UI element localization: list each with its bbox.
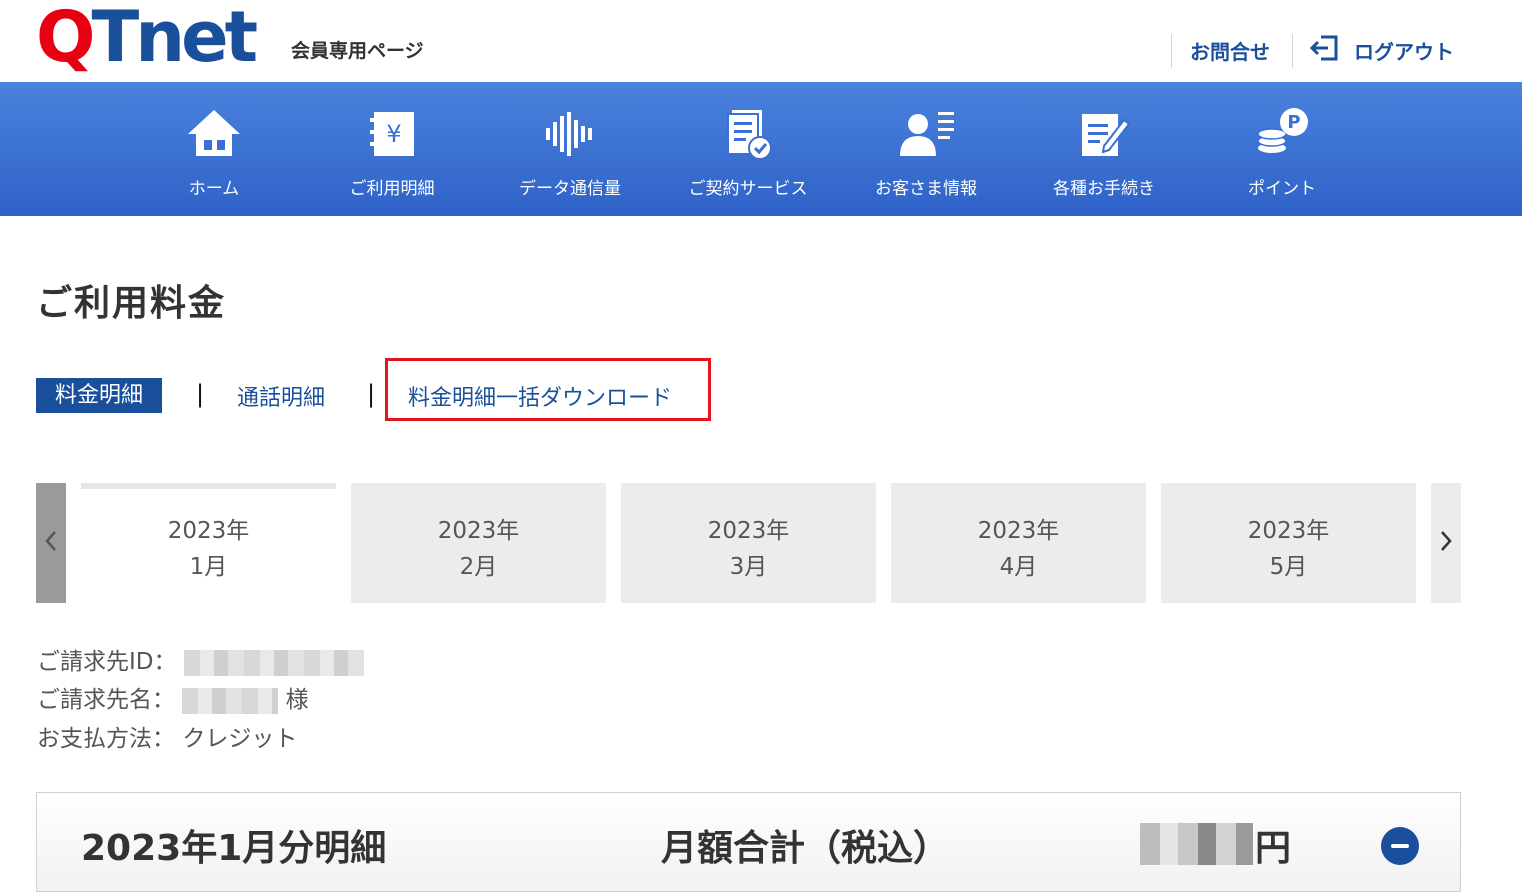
nav-item-billing-details[interactable]: ¥ ご利用明細 — [312, 82, 472, 216]
month-year: 2023年 — [1247, 518, 1330, 544]
contact-link[interactable]: お問合せ — [1190, 36, 1270, 65]
qtnet-logo[interactable]: QTnet — [36, 2, 258, 72]
nav-item-procedures[interactable]: 各種お手続き — [1024, 82, 1184, 216]
month-month: 4月 — [999, 554, 1038, 580]
billing-id-redacted — [183, 649, 364, 676]
summary-title: 2023年1月分明細 — [81, 828, 387, 869]
page-title: ご利用料金 — [36, 283, 227, 324]
month-tab[interactable]: 2023年 5月 — [1161, 483, 1416, 603]
billing-name-row: ご請求先名： 様 — [37, 680, 309, 714]
month-month: 1月 — [189, 554, 228, 580]
logo-q: Q — [36, 0, 95, 78]
user-info-icon — [896, 106, 956, 162]
nav-item-data-usage[interactable]: データ通信量 — [490, 82, 650, 216]
logout-label: ログアウト — [1354, 39, 1454, 64]
site-header: QTnet 会員専用ページ お問合せ ログアウト — [0, 0, 1522, 82]
nav-item-contract-services[interactable]: ご契約サービス — [668, 82, 828, 216]
tab-bulk-download[interactable]: 料金明細一括ダウンロード — [408, 380, 672, 412]
payment-method-value: クレジット — [182, 726, 298, 752]
nav-label: ホーム — [188, 179, 240, 199]
collapse-button[interactable] — [1381, 827, 1419, 865]
edit-form-icon — [1074, 106, 1134, 162]
payment-method-row: お支払方法： クレジット — [37, 719, 297, 753]
month-tab[interactable]: 2023年 4月 — [891, 483, 1146, 603]
monthly-summary-panel: 2023年1月分明細 月額合計（税込） 円 — [36, 792, 1461, 892]
logout-button[interactable]: ログアウト — [1309, 33, 1454, 67]
carousel-next-button[interactable] — [1431, 483, 1461, 603]
billing-id-label: ご請求先ID： — [37, 649, 177, 675]
home-icon — [184, 106, 244, 162]
nav-item-customer-info[interactable]: お客さま情報 — [846, 82, 1006, 216]
waveform-icon — [540, 106, 600, 162]
month-year: 2023年 — [167, 518, 250, 544]
svg-text:¥: ¥ — [386, 120, 401, 148]
nav-item-home[interactable]: ホーム — [134, 82, 294, 216]
bill-icon: ¥ — [362, 106, 422, 162]
chevron-left-icon — [43, 529, 59, 557]
billing-name-suffix: 様 — [285, 687, 309, 713]
month-tab[interactable]: 2023年 3月 — [621, 483, 876, 603]
header-divider — [1171, 34, 1172, 68]
logout-icon — [1309, 33, 1340, 67]
billing-id-row: ご請求先ID： — [37, 642, 364, 676]
global-nav: ホーム ¥ ご利用明細 データ通信量 ご契約サービス お客さま情報 各種お手続き… — [0, 82, 1522, 216]
month-carousel: 2023年 1月 2023年 2月 2023年 3月 2023年 4月 2023… — [36, 483, 1461, 603]
svg-text:P: P — [1287, 112, 1300, 133]
currency-unit: 円 — [1255, 828, 1292, 869]
month-month: 2月 — [459, 554, 498, 580]
nav-label: データ通信量 — [519, 179, 621, 199]
month-tab[interactable]: 2023年 1月 — [81, 483, 336, 603]
month-month: 3月 — [729, 554, 768, 580]
tab-separator: | — [196, 380, 205, 408]
logo-net: Tnet — [91, 0, 259, 78]
nav-label: ご契約サービス — [688, 179, 808, 199]
month-year: 2023年 — [707, 518, 790, 544]
tab-billing-details[interactable]: 料金明細 — [36, 378, 162, 413]
nav-item-points[interactable]: P ポイント — [1202, 82, 1362, 216]
billing-name-redacted — [182, 687, 279, 714]
nav-label: ご利用明細 — [349, 179, 435, 199]
nav-label: お客さま情報 — [875, 179, 977, 199]
month-year: 2023年 — [437, 518, 520, 544]
payment-method-label: お支払方法： — [37, 726, 175, 752]
monthly-total-redacted — [1140, 823, 1253, 865]
chevron-right-icon — [1438, 529, 1454, 557]
nav-label: 各種お手続き — [1053, 179, 1155, 199]
month-month: 5月 — [1269, 554, 1308, 580]
header-divider — [1292, 34, 1293, 68]
billing-name-label: ご請求先名： — [37, 687, 175, 713]
tab-separator: | — [367, 380, 376, 408]
carousel-prev-button[interactable] — [36, 483, 66, 603]
month-year: 2023年 — [977, 518, 1060, 544]
points-coin-icon: P — [1252, 106, 1312, 162]
month-tab[interactable]: 2023年 2月 — [351, 483, 606, 603]
nav-label: ポイント — [1248, 179, 1316, 199]
monthly-total-label: 月額合計（税込） — [661, 828, 950, 869]
member-page-subtitle: 会員専用ページ — [291, 40, 424, 62]
contract-icon — [718, 106, 778, 162]
tab-call-details[interactable]: 通話明細 — [237, 380, 325, 412]
